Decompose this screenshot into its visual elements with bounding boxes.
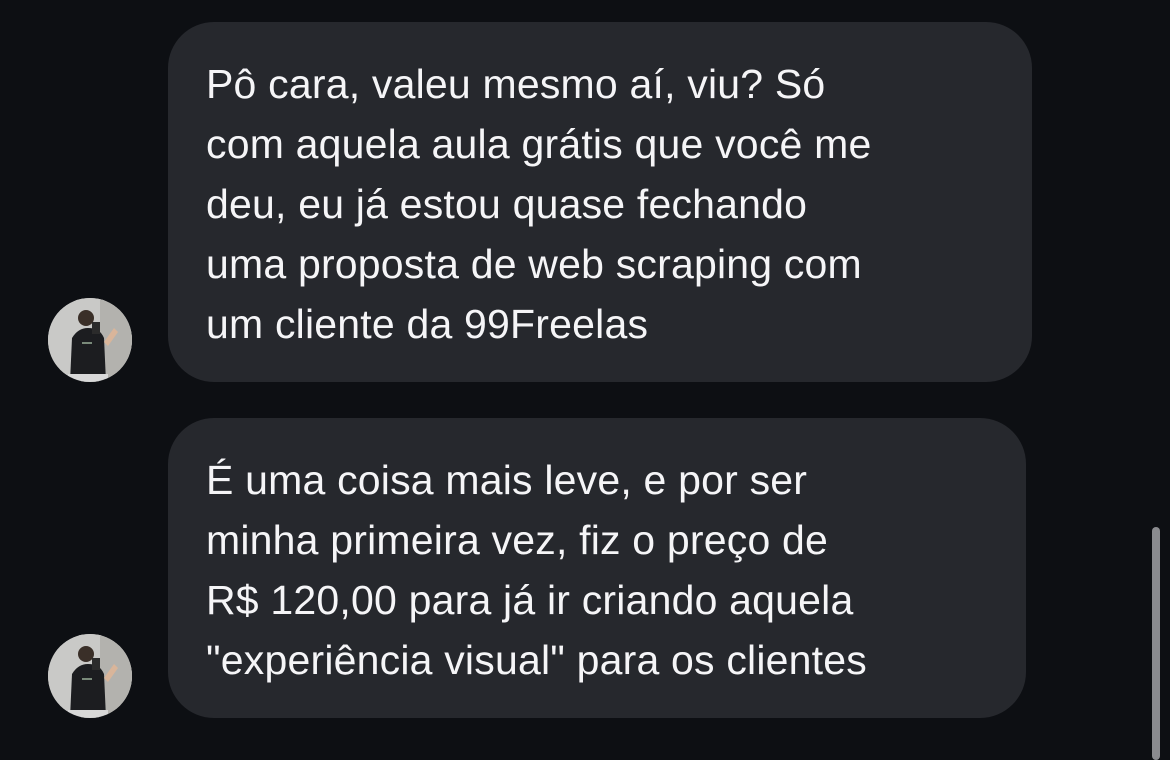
message-row: É uma coisa mais leve, e por ser minha p… xyxy=(0,400,1170,760)
message-row: Pô cara, valeu mesmo aí, viu? Só com aqu… xyxy=(0,0,1170,400)
message-bubble[interactable]: Pô cara, valeu mesmo aí, viu? Só com aqu… xyxy=(168,22,1032,382)
profile-photo-icon xyxy=(48,298,132,382)
message-text: É uma coisa mais leve, e por ser minha p… xyxy=(206,457,867,683)
avatar[interactable] xyxy=(48,634,132,718)
message-text: Pô cara, valeu mesmo aí, viu? Só com aqu… xyxy=(206,61,872,347)
message-bubble[interactable]: É uma coisa mais leve, e por ser minha p… xyxy=(168,418,1026,718)
scrollbar[interactable] xyxy=(1152,527,1160,760)
profile-photo-icon xyxy=(48,634,132,718)
message-thread[interactable]: Pô cara, valeu mesmo aí, viu? Só com aqu… xyxy=(0,0,1170,760)
avatar[interactable] xyxy=(48,298,132,382)
